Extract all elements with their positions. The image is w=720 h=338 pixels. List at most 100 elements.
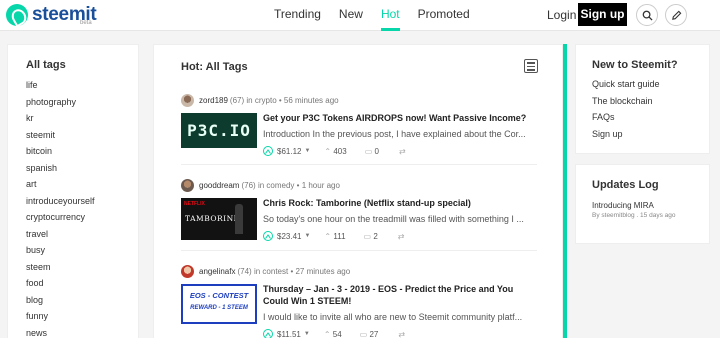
comments-value: 27 <box>369 329 379 338</box>
sidebar-signup-link[interactable]: Sign up <box>592 129 660 146</box>
post-payout[interactable]: $23.41 <box>277 232 301 241</box>
post-item: zord189 (67) in crypto • 56 minutes ago … <box>181 93 541 156</box>
comments-count[interactable]: ▭ 2 <box>364 232 378 241</box>
post-author[interactable]: angelinafx <box>199 267 235 276</box>
accent-divider <box>563 44 567 338</box>
tag-item[interactable]: introduceyourself <box>26 195 95 212</box>
avatar[interactable] <box>181 93 194 107</box>
reblog-icon[interactable]: ⇄ <box>399 147 406 156</box>
tag-item[interactable]: photography <box>26 96 95 113</box>
search-icon <box>642 10 653 21</box>
reblog-icon[interactable]: ⇄ <box>398 232 405 241</box>
post-meta: angelinafx (74) in contest • 27 minutes … <box>181 264 541 278</box>
tag-item[interactable]: news <box>26 327 95 338</box>
payout-dropdown-icon[interactable]: ▼ <box>304 331 310 337</box>
submit-post-button[interactable] <box>665 4 687 26</box>
votes-value: 54 <box>332 329 342 338</box>
avatar[interactable] <box>181 178 194 192</box>
beta-label: beta <box>80 20 92 26</box>
tag-item[interactable]: busy <box>26 244 95 261</box>
post-excerpt[interactable]: So today's one hour on the treadmill was… <box>263 214 538 224</box>
quick-start-link[interactable]: Quick start guide <box>592 79 660 96</box>
tag-item[interactable]: art <box>26 178 95 195</box>
votes-count[interactable]: ⌃ 403 <box>324 147 346 156</box>
thumbnail-text: TAMBORINE <box>185 214 240 223</box>
main-nav: Trending New Hot Promoted <box>274 0 488 31</box>
upvote-button[interactable] <box>263 329 273 338</box>
update-item-meta: By steemitblog . 15 days ago <box>592 212 676 219</box>
upvote-icon <box>265 331 271 337</box>
post-title[interactable]: Get your P3C Tokens AIRDROPS now! Want P… <box>263 113 541 125</box>
tag-item[interactable]: life <box>26 79 95 96</box>
tag-item[interactable]: cryptocurrency <box>26 211 95 228</box>
post-author[interactable]: gooddream <box>199 181 239 190</box>
tag-item[interactable]: bitcoin <box>26 145 95 162</box>
help-links: Quick start guide The blockchain FAQs Si… <box>592 79 660 145</box>
upvote-button[interactable] <box>263 146 273 156</box>
comment-icon: ▭ <box>363 231 372 241</box>
tag-item[interactable]: steemit <box>26 129 95 146</box>
post-thumbnail[interactable]: P3C.IO <box>181 113 257 148</box>
updates-log-panel: Updates Log Introducing MIRA By steemitb… <box>575 164 710 244</box>
post-item: angelinafx (74) in contest • 27 minutes … <box>181 264 541 338</box>
nav-new[interactable]: New <box>339 0 363 31</box>
payout-dropdown-icon[interactable]: ▼ <box>304 148 310 154</box>
tag-item[interactable]: funny <box>26 310 95 327</box>
post-author[interactable]: zord189 <box>199 96 228 105</box>
post-footer: $11.51 ▼ ⌃ 54 ▭ 27 ⇄ <box>263 329 405 338</box>
post-time: 1 hour ago <box>301 180 340 190</box>
new-to-steemit-panel: New to Steemit? Quick start guide The bl… <box>575 44 710 154</box>
payout-dropdown-icon[interactable]: ▼ <box>304 233 310 239</box>
upvote-button[interactable] <box>263 231 273 241</box>
new-panel-title: New to Steemit? <box>592 59 678 71</box>
comment-icon: ▭ <box>359 329 368 338</box>
tag-item[interactable]: blog <box>26 294 95 311</box>
nav-hot[interactable]: Hot <box>380 0 400 31</box>
author-reputation: (74) <box>237 266 252 276</box>
in-label: in <box>257 180 265 190</box>
tag-item[interactable]: kr <box>26 112 95 129</box>
chevron-up-icon: ⌃ <box>323 329 331 338</box>
post-category[interactable]: comedy <box>266 181 294 190</box>
tag-list: life photography kr steemit bitcoin span… <box>26 79 95 338</box>
steemit-logo-icon <box>6 4 28 26</box>
comments-value: 2 <box>373 231 378 241</box>
chevron-up-icon: ⌃ <box>324 231 332 241</box>
post-thumbnail[interactable]: EOS - CONTEST REWARD - 1 STEEM <box>181 284 257 324</box>
tag-item[interactable]: steem <box>26 261 95 278</box>
tag-item[interactable]: food <box>26 277 95 294</box>
post-excerpt[interactable]: Introduction In the previous post, I hav… <box>263 129 538 139</box>
reblog-icon[interactable]: ⇄ <box>398 330 405 338</box>
comments-count[interactable]: ▭ 0 <box>365 147 379 156</box>
post-payout[interactable]: $11.51 <box>277 330 301 338</box>
comments-value: 0 <box>374 146 379 156</box>
post-thumbnail[interactable]: NETFLIX TAMBORINE <box>181 198 257 240</box>
post-time: 56 minutes ago <box>283 95 339 105</box>
post-title[interactable]: Chris Rock: Tamborine (Netflix stand-up … <box>263 198 541 210</box>
nav-promoted[interactable]: Promoted <box>418 0 470 31</box>
signup-button[interactable]: Sign up <box>578 3 627 26</box>
avatar[interactable] <box>181 264 194 278</box>
chevron-up-icon: ⌃ <box>324 146 332 156</box>
votes-count[interactable]: ⌃ 111 <box>324 232 345 241</box>
post-title[interactable]: Thursday – Jan - 3 - 2019 - EOS - Predic… <box>263 284 541 307</box>
tag-item[interactable]: spanish <box>26 162 95 179</box>
votes-count[interactable]: ⌃ 54 <box>324 330 342 338</box>
update-item-link[interactable]: Introducing MIRA <box>592 201 654 210</box>
thumbnail-text: P3C.IO <box>187 121 251 140</box>
tag-item[interactable]: travel <box>26 228 95 245</box>
login-link[interactable]: Login <box>547 8 576 22</box>
post-payout[interactable]: $61.12 <box>277 147 301 156</box>
thumbnail-text: EOS - CONTEST <box>189 291 249 300</box>
post-excerpt[interactable]: I would like to invite all who are new t… <box>263 312 538 322</box>
faqs-link[interactable]: FAQs <box>592 112 660 129</box>
comments-count[interactable]: ▭ 27 <box>360 330 379 338</box>
thumbnail-subtext: REWARD - 1 STEEM <box>190 305 248 311</box>
nav-trending[interactable]: Trending <box>274 0 321 31</box>
in-label: in <box>246 95 253 105</box>
post-category[interactable]: crypto <box>255 96 277 105</box>
blockchain-link[interactable]: The blockchain <box>592 96 660 113</box>
search-button[interactable] <box>636 4 658 26</box>
post-category[interactable]: contest <box>262 267 288 276</box>
layout-toggle-button[interactable] <box>524 59 538 73</box>
